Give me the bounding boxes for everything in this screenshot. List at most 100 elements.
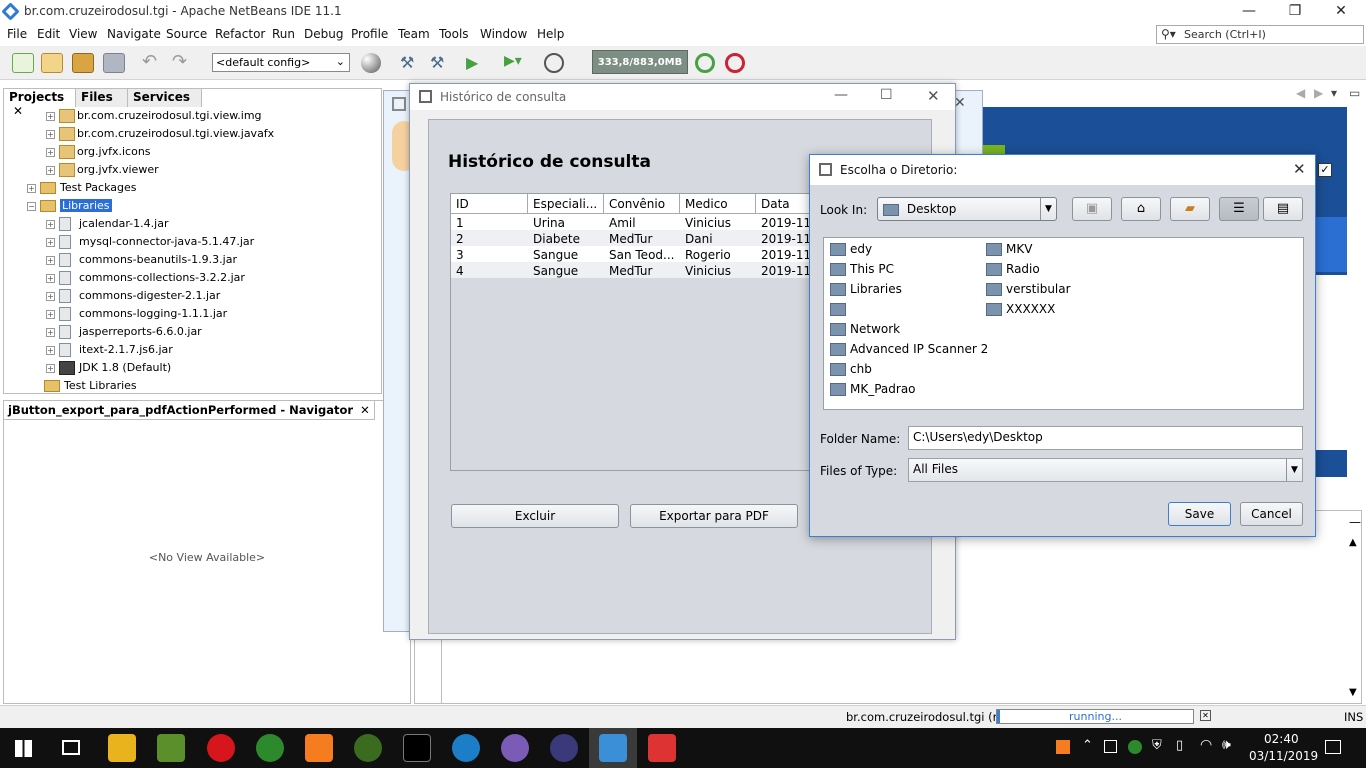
open-project-icon[interactable]	[72, 53, 94, 73]
tab-projects[interactable]: Projects ✕	[4, 89, 76, 118]
gc-icon[interactable]	[695, 53, 715, 73]
look-in-select[interactable]: Desktop ▼	[877, 197, 1057, 221]
list-view-button[interactable]: ☰	[1219, 197, 1259, 221]
list-item[interactable]: Network	[830, 320, 900, 338]
tree-item[interactable]: + jcalendar-1.4.jar	[46, 215, 168, 233]
network-app-icon[interactable]	[452, 734, 480, 762]
build-hammer-icon[interactable]: ⚒	[400, 53, 422, 73]
memory-meter[interactable]: 333,8/883,0MB	[592, 50, 688, 74]
document-list-icon[interactable]: ▾	[1331, 86, 1337, 100]
tree-item[interactable]: + commons-logging-1.1.1.jar	[46, 305, 227, 323]
clock-date[interactable]: 03/11/2019	[1249, 749, 1318, 763]
export-pdf-button[interactable]: Exportar para PDF	[630, 504, 798, 528]
menu-team[interactable]: Team	[398, 27, 430, 41]
task-view-icon[interactable]	[62, 740, 80, 755]
maximize-button[interactable]: ☐	[880, 87, 893, 103]
menu-run[interactable]: Run	[272, 27, 295, 41]
menu-profile[interactable]: Profile	[351, 27, 388, 41]
list-item[interactable]: chb	[830, 360, 872, 378]
tree-item[interactable]: + commons-digester-2.1.jar	[46, 287, 220, 305]
list-item[interactable]: XXXXXX	[986, 300, 1055, 318]
minimize-button[interactable]: —	[834, 87, 848, 103]
tree-item[interactable]: + br.com.cruzeirodosul.tgi.view.javafx	[46, 125, 274, 143]
file-list[interactable]: edy This PC Libraries Network Advanced I…	[823, 237, 1304, 410]
close-tab-icon[interactable]: ✕	[13, 104, 23, 118]
list-item[interactable]: MK_Padrao	[830, 380, 916, 398]
cancel-button[interactable]: Cancel	[1240, 502, 1303, 526]
copy-tray-icon[interactable]	[1104, 740, 1117, 753]
save-all-icon[interactable]	[103, 53, 125, 73]
close-tab-icon[interactable]: ✕	[360, 403, 370, 417]
menu-tools[interactable]: Tools	[439, 27, 469, 41]
tray-globe-icon[interactable]	[1128, 740, 1142, 754]
list-item[interactable]: verstibular	[986, 280, 1071, 298]
menu-source[interactable]: Source	[166, 27, 207, 41]
column-header[interactable]: ID	[451, 194, 528, 214]
menu-window[interactable]: Window	[480, 27, 527, 41]
notepad-icon[interactable]	[157, 734, 185, 762]
save-button[interactable]: Save	[1168, 502, 1231, 526]
list-item[interactable]: edy	[830, 240, 872, 258]
xampp-tray-icon[interactable]	[1056, 740, 1070, 754]
menu-file[interactable]: File	[7, 27, 27, 41]
menu-refactor[interactable]: Refactor	[215, 27, 265, 41]
folder-name-input[interactable]: C:\Users\edy\Desktop	[908, 426, 1303, 450]
scroll-right-icon[interactable]: ▶	[1314, 86, 1323, 100]
eclipse-icon[interactable]	[550, 734, 578, 762]
column-header[interactable]: Especiali...	[528, 194, 604, 214]
cancel-task-icon[interactable]: ✕	[1200, 710, 1211, 721]
close-button[interactable]: ✕	[1293, 160, 1306, 178]
tree-item-libraries[interactable]: − Libraries	[27, 197, 112, 215]
column-header[interactable]: Convênio	[604, 194, 680, 214]
tab-navigator[interactable]: jButton_export_para_pdfActionPerformed -…	[4, 401, 375, 420]
tree-item[interactable]: + mysql-connector-java-5.1.47.jar	[46, 233, 254, 251]
usb-icon[interactable]: ▯	[1176, 738, 1183, 753]
shield-icon[interactable]: ⛨	[1152, 738, 1162, 753]
list-item[interactable]: This PC	[830, 260, 894, 278]
menu-view[interactable]: View	[69, 27, 97, 41]
java-app-icon[interactable]	[648, 734, 676, 762]
netbeans-taskbar-icon[interactable]	[599, 734, 627, 762]
tree-item[interactable]: + Test Packages	[27, 179, 136, 197]
hs-app-icon[interactable]	[354, 734, 382, 762]
app-icon[interactable]	[501, 734, 529, 762]
app-globe-icon[interactable]	[256, 734, 284, 762]
close-button[interactable]: ✕	[1318, 0, 1364, 24]
file-explorer-icon[interactable]	[108, 734, 136, 762]
new-project-icon[interactable]	[41, 53, 63, 73]
list-item[interactable]: Advanced IP Scanner 2	[830, 340, 988, 358]
tree-item[interactable]: + itext-2.1.7.js6.jar	[46, 341, 173, 359]
tree-item[interactable]: + JDK 1.8 (Default)	[46, 359, 171, 377]
tree-item[interactable]: + commons-beanutils-1.9.3.jar	[46, 251, 237, 269]
opera-icon[interactable]	[207, 734, 235, 762]
chevron-up-icon[interactable]: ⌃	[1082, 738, 1093, 753]
files-of-type-select[interactable]: All Files ▼	[908, 458, 1303, 482]
notifications-icon[interactable]	[1325, 740, 1341, 754]
clock-time[interactable]: 02:40	[1264, 732, 1299, 746]
tree-item[interactable]: + commons-collections-3.2.2.jar	[46, 269, 245, 287]
search-input[interactable]: ⚲▾ Search (Ctrl+I)	[1156, 25, 1364, 44]
list-item[interactable]: Libraries	[830, 280, 902, 298]
tree-item[interactable]: Test Libraries	[40, 377, 137, 395]
stop-profile-icon[interactable]	[725, 53, 745, 73]
new-folder-button[interactable]: ▰	[1170, 197, 1210, 221]
list-item[interactable]: Radio	[986, 260, 1040, 278]
up-one-level-button[interactable]: ▣	[1072, 197, 1112, 221]
restore-button[interactable]: ❐	[1272, 0, 1318, 24]
close-button[interactable]: ✕	[927, 87, 940, 105]
list-item[interactable]: MKV	[986, 240, 1032, 258]
terminal-icon[interactable]	[403, 734, 431, 762]
tree-item[interactable]: + jasperreports-6.6.0.jar	[46, 323, 202, 341]
xampp-icon[interactable]	[305, 734, 333, 762]
details-view-button[interactable]: ▤	[1263, 197, 1303, 221]
run-icon[interactable]: ▶	[466, 53, 488, 73]
scroll-left-icon[interactable]: ◀	[1296, 86, 1305, 100]
tab-files[interactable]: Files	[76, 89, 128, 107]
tree-item[interactable]: + org.jvfx.viewer	[46, 161, 159, 179]
maximize-editor-icon[interactable]: ▭	[1349, 86, 1360, 100]
undo-icon[interactable]: ↶	[142, 53, 164, 73]
delete-button[interactable]: Excluir	[451, 504, 619, 528]
redo-icon[interactable]: ↷	[172, 53, 194, 73]
menu-edit[interactable]: Edit	[37, 27, 60, 41]
menu-debug[interactable]: Debug	[304, 27, 343, 41]
